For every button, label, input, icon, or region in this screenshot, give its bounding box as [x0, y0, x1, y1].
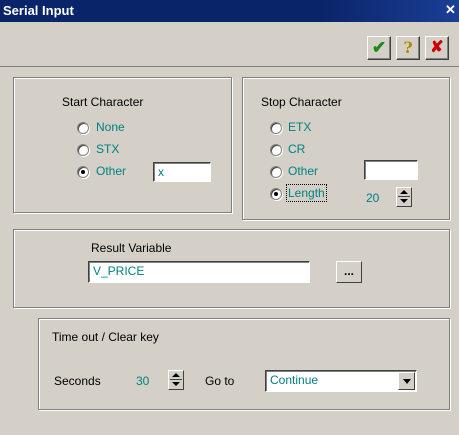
window-title: Serial Input — [3, 3, 74, 18]
help-button[interactable]: ? — [396, 36, 420, 60]
seconds-value[interactable]: 30 — [136, 374, 149, 388]
stop-option-cr-label: CR — [288, 142, 306, 156]
result-variable-input[interactable]: V_PRICE — [88, 261, 310, 283]
question-mark-icon: ? — [403, 38, 413, 57]
red-x-icon: ✘ — [430, 39, 444, 56]
stop-radio-other[interactable] — [270, 166, 282, 178]
start-option-none-label: None — [96, 120, 125, 134]
seconds-label: Seconds — [54, 374, 101, 388]
seconds-spinner[interactable] — [168, 370, 184, 390]
goto-selected-value: Continue — [270, 373, 319, 387]
stop-radio-length[interactable] — [270, 188, 282, 200]
timeout-panel: Time out / Clear key Seconds 30 Go to Co… — [38, 318, 450, 410]
stop-character-label: Stop Character — [261, 95, 342, 109]
start-radio-other[interactable] — [77, 166, 89, 178]
chevron-down-icon — [403, 379, 411, 384]
goto-label: Go to — [205, 374, 235, 388]
timeout-label: Time out / Clear key — [52, 330, 159, 344]
start-character-panel: Start Character None STX Other x — [13, 77, 232, 213]
stop-option-other-label: Other — [288, 164, 319, 178]
stop-option-length-label: Length — [286, 184, 327, 202]
title-bar: Serial Input ✕ — [0, 0, 459, 22]
close-icon[interactable]: ✕ — [445, 2, 459, 19]
length-spinner[interactable] — [396, 187, 412, 207]
spin-down-icon[interactable] — [172, 382, 180, 386]
start-other-input[interactable]: x — [153, 162, 211, 182]
spin-up-icon[interactable] — [172, 373, 180, 377]
stop-other-input[interactable] — [364, 160, 418, 180]
start-radio-none[interactable] — [77, 122, 89, 134]
stop-radio-etx[interactable] — [270, 122, 282, 134]
stop-character-panel: Stop Character ETX CR Other Length 20 — [242, 77, 450, 220]
start-radio-stx[interactable] — [77, 144, 89, 156]
start-option-stx-label: STX — [96, 142, 120, 156]
browse-button[interactable]: ... — [336, 261, 362, 283]
spin-down-icon[interactable] — [400, 199, 408, 203]
ok-button[interactable]: ✔ — [367, 36, 391, 60]
cancel-button[interactable]: ✘ — [425, 36, 449, 60]
result-variable-panel: Result Variable V_PRICE ... — [13, 229, 450, 308]
start-character-label: Start Character — [62, 95, 144, 109]
spin-up-icon[interactable] — [400, 190, 408, 194]
length-value[interactable]: 20 — [366, 191, 379, 205]
toolbar: ✔ ? ✘ — [0, 22, 459, 67]
serial-input-dialog: Serial Input ✕ ✔ ? ✘ Start Character Non… — [0, 0, 459, 435]
goto-select[interactable]: Continue — [265, 370, 417, 392]
start-option-other-label: Other — [96, 164, 127, 178]
stop-option-etx-label: ETX — [288, 120, 312, 134]
checkmark-icon: ✔ — [371, 38, 387, 57]
stop-radio-cr[interactable] — [270, 144, 282, 156]
dropdown-button[interactable] — [398, 372, 415, 390]
result-variable-label: Result Variable — [91, 241, 172, 255]
